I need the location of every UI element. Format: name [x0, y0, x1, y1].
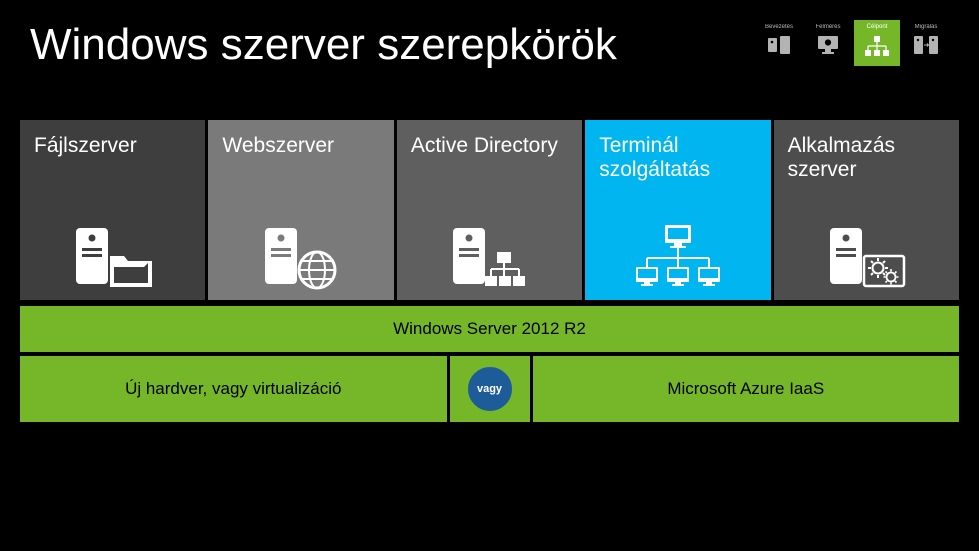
role-fajlszerver[interactable]: Fájlszerver — [20, 120, 205, 300]
monitor-icon — [816, 36, 840, 54]
webserver-icon — [259, 228, 344, 290]
appserver-icon — [824, 228, 909, 290]
roles-row: Fájlszerver Webszerver — [20, 120, 959, 300]
or-text: vagy — [477, 383, 502, 395]
bottom-left-box: Új hardver, vagy virtualizáció — [20, 356, 447, 422]
role-title: Fájlszerver — [34, 134, 191, 158]
nav-tile-felmeres[interactable]: Felmérés — [805, 20, 851, 66]
terminal-icon — [632, 225, 724, 290]
ad-icon — [447, 228, 532, 290]
role-alkalmazas[interactable]: Alkalmazás szerver — [774, 120, 959, 300]
role-terminal[interactable]: Terminál szolgáltatás — [585, 120, 770, 300]
fileserver-icon — [70, 228, 155, 290]
role-title: Active Directory — [411, 134, 568, 158]
nav-label: Felmérés — [815, 24, 840, 30]
nav-label: Célpont — [867, 24, 888, 30]
nav-tile-migralas[interactable]: Migrálás — [903, 20, 949, 66]
role-webszerver[interactable]: Webszerver — [208, 120, 393, 300]
page-title: Windows szerver szerepkörök — [30, 20, 617, 70]
nav-tile-bevezetes[interactable]: Bevezetés — [756, 20, 802, 66]
banner-row: Windows Server 2012 R2 — [20, 306, 959, 352]
servers-icon — [914, 36, 938, 54]
role-title: Webszerver — [222, 134, 379, 158]
bottom-row: Új hardver, vagy virtualizáció vagy Micr… — [20, 356, 959, 422]
nav-tile-celpont[interactable]: Célpont — [854, 20, 900, 66]
doc-icon — [768, 36, 790, 54]
nav-label: Migrálás — [915, 24, 938, 30]
bottom-left-text: Új hardver, vagy virtualizáció — [125, 379, 341, 399]
or-circle: vagy — [465, 364, 515, 414]
role-title: Terminál szolgáltatás — [599, 134, 756, 182]
bottom-right-text: Microsoft Azure IaaS — [667, 379, 824, 399]
role-activedirectory[interactable]: Active Directory — [397, 120, 582, 300]
banner-text: Windows Server 2012 R2 — [393, 319, 586, 339]
nav-label: Bevezetés — [765, 24, 793, 30]
network-icon — [865, 36, 889, 56]
or-separator: vagy — [450, 356, 530, 422]
bottom-right-box: Microsoft Azure IaaS — [533, 356, 960, 422]
nav-tiles: Bevezetés Felmérés Célpont Migrálás — [756, 20, 949, 66]
role-title: Alkalmazás szerver — [788, 134, 945, 182]
